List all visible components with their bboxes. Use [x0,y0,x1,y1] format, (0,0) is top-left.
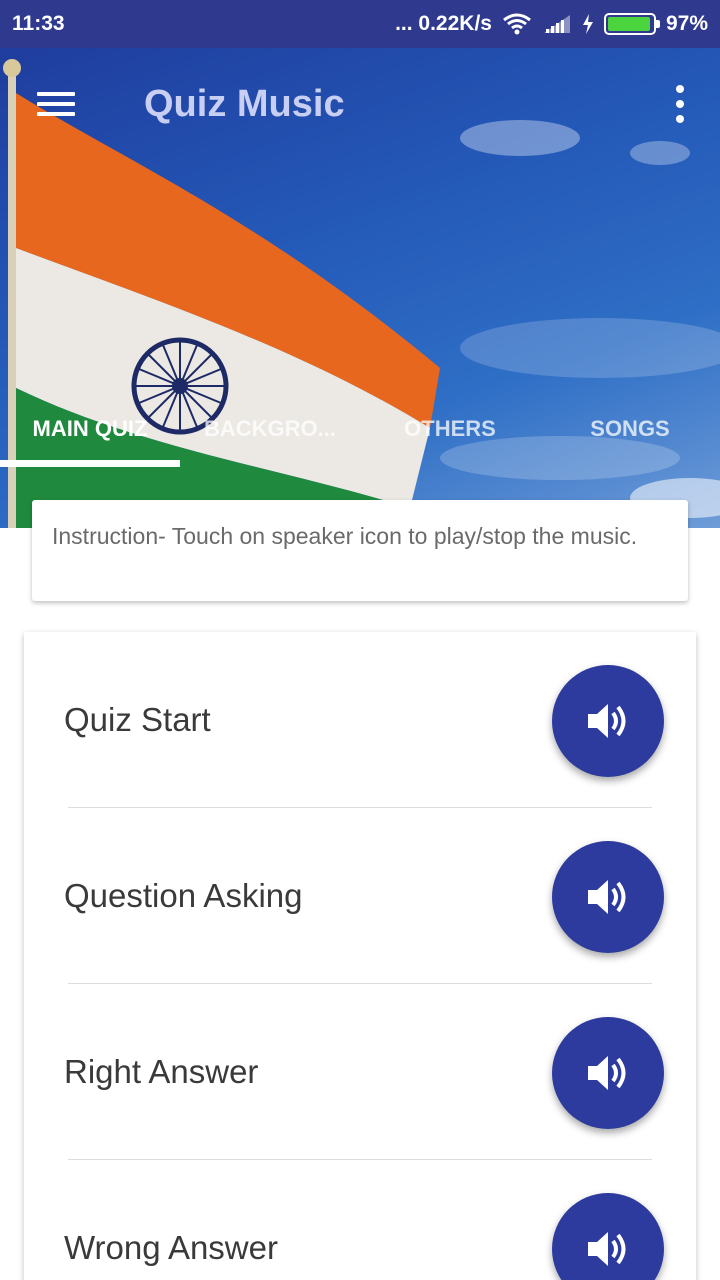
status-bar: 11:33 ... 0.22K/s 97% [0,0,720,48]
nav-menu-button[interactable] [0,48,112,160]
more-vert-icon [676,85,684,93]
tab-background[interactable]: BACKGRO... [180,384,360,474]
app-bar: Quiz Music [0,48,720,160]
tab-others[interactable]: OTHERS [360,384,540,474]
sound-list: Quiz Start Question Asking Right Answer [24,632,696,1280]
list-item: Wrong Answer [24,1160,696,1280]
list-item: Question Asking [24,808,696,984]
instruction-card: Instruction- Touch on speaker icon to pl… [32,500,688,601]
overflow-menu-button[interactable] [640,48,720,160]
status-time: 11:33 [12,12,65,35]
charging-icon [582,13,594,35]
speaker-icon [588,704,626,738]
sound-label: Right Answer [64,1053,259,1090]
network-speed: ... 0.22K/s [395,12,492,35]
app-title: Quiz Music [144,82,345,125]
battery-icon [603,13,660,35]
sound-label: Question Asking [64,877,303,914]
header-banner: Quiz Music MAIN QUIZ BACKGRO... OTHERS S… [0,48,720,528]
speaker-icon [588,1056,626,1090]
play-stop-button[interactable] [552,1193,664,1280]
sound-label: Quiz Start [64,701,211,738]
hamburger-menu-icon [37,86,75,122]
speaker-icon [588,1232,626,1266]
speaker-icon [588,880,626,914]
play-stop-button[interactable] [552,841,664,953]
tab-indicator [0,460,180,467]
battery-percent: 97% [665,12,708,35]
play-stop-button[interactable] [552,665,664,777]
list-item: Right Answer [24,984,696,1160]
sound-label: Wrong Answer [64,1229,278,1266]
list-item: Quiz Start [24,632,696,808]
tab-songs[interactable]: SONGS [540,384,720,474]
wifi-icon [502,13,532,35]
signal-icon [542,13,572,35]
play-stop-button[interactable] [552,1017,664,1129]
